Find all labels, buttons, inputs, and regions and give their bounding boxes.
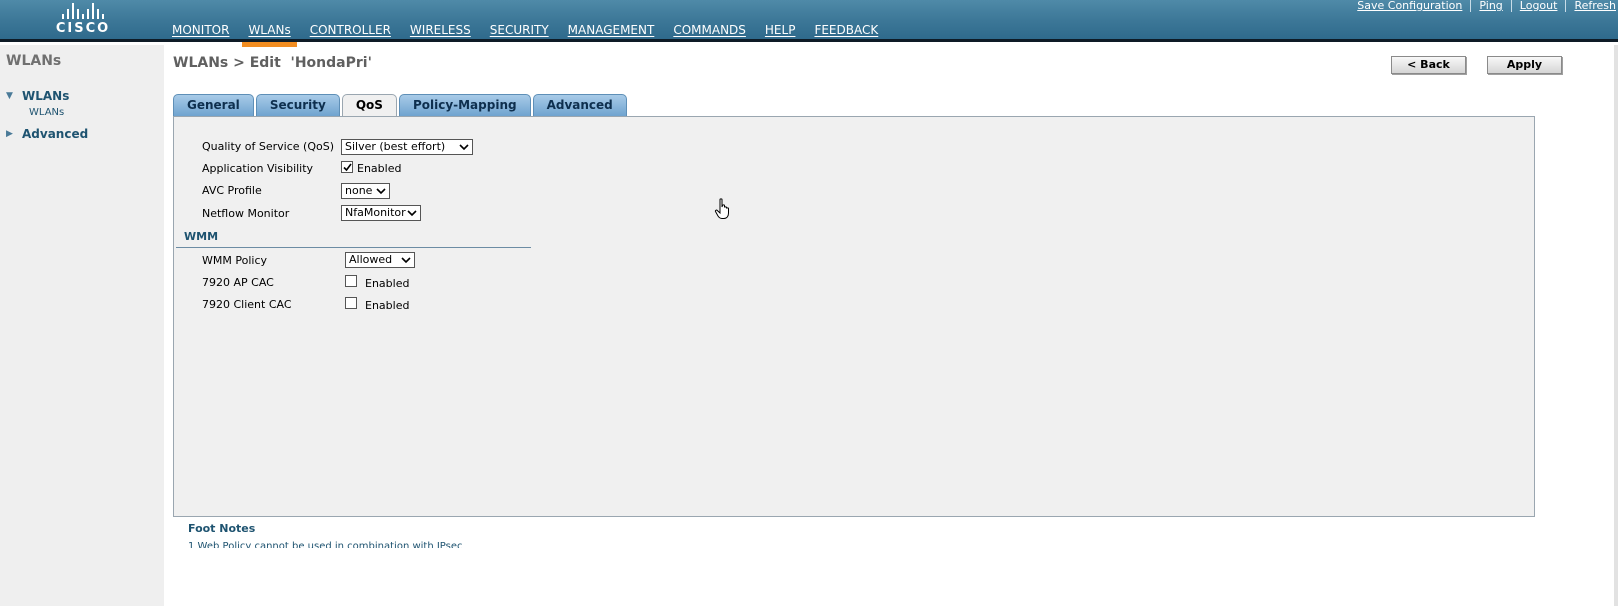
sidebar-title: WLANs xyxy=(6,53,62,69)
triangle-right-icon: ▶ xyxy=(6,129,13,139)
triangle-down-icon: ▼ xyxy=(6,91,13,101)
app-visibility-enabled-label: Enabled xyxy=(357,162,402,175)
tab-bar: General Security QoS Policy-Mapping Adva… xyxy=(173,94,629,117)
wmm-policy-value: Allowed xyxy=(349,253,393,266)
tab-advanced[interactable]: Advanced xyxy=(532,94,627,116)
chevron-down-icon xyxy=(401,257,411,264)
tab-policy-mapping[interactable]: Policy-Mapping xyxy=(398,94,531,116)
cisco-logo: CISCO xyxy=(48,2,118,38)
chevron-down-icon xyxy=(407,210,417,217)
client-cac-label: 7920 Client CAC xyxy=(202,298,292,311)
top-links: Save Configuration Ping Logout Refresh xyxy=(1349,0,1618,12)
top-header: CISCO MONITOR WLANs CONTROLLER WIRELESS … xyxy=(0,0,1618,47)
sidebar-item-wlans[interactable]: ▼ WLANs xyxy=(6,89,69,103)
sidebar-item-label: Advanced xyxy=(22,127,89,141)
save-configuration-link[interactable]: Save Configuration xyxy=(1349,0,1472,12)
avc-profile-select[interactable]: none xyxy=(341,183,390,199)
refresh-link[interactable]: Refresh xyxy=(1566,0,1618,12)
sidebar-item-advanced[interactable]: ▶ Advanced xyxy=(6,127,88,141)
avc-profile-label: AVC Profile xyxy=(202,184,262,197)
tab-qos[interactable]: QoS xyxy=(341,94,397,117)
avc-profile-value: none xyxy=(345,184,373,197)
cisco-logo-text: CISCO xyxy=(55,21,111,36)
ping-link[interactable]: Ping xyxy=(1471,0,1512,12)
sidebar: WLANs ▼ WLANs WLANs ▶ Advanced xyxy=(0,45,164,606)
logout-link[interactable]: Logout xyxy=(1512,0,1567,12)
ap-cac-enabled-label: Enabled xyxy=(365,277,410,290)
qos-select[interactable]: Silver (best effort) xyxy=(341,139,473,155)
client-cac-enabled-label: Enabled xyxy=(365,299,410,312)
qos-panel xyxy=(173,116,1535,517)
main-nav: MONITOR WLANs CONTROLLER WIRELESS SECURI… xyxy=(172,18,897,47)
nav-security[interactable]: SECURITY xyxy=(490,18,549,42)
netflow-monitor-select[interactable]: NfaMonitor xyxy=(341,205,421,221)
nav-wireless[interactable]: WIRELESS xyxy=(410,18,471,42)
qos-label: Quality of Service (QoS) xyxy=(202,140,335,153)
app-visibility-label: Application Visibility xyxy=(202,162,314,175)
ap-cac-checkbox[interactable] xyxy=(345,275,357,287)
nav-help[interactable]: HELP xyxy=(765,18,796,42)
chevron-down-icon xyxy=(459,144,469,151)
checkmark-icon xyxy=(343,163,352,172)
nav-feedback[interactable]: FEEDBACK xyxy=(814,18,878,42)
nav-commands[interactable]: COMMANDS xyxy=(673,18,746,42)
tab-security[interactable]: Security xyxy=(255,94,340,116)
tab-general[interactable]: General xyxy=(173,94,254,116)
hand-cursor-icon xyxy=(714,198,729,219)
wmm-divider xyxy=(176,247,531,248)
cisco-bars-icon xyxy=(48,2,118,19)
nav-wlans[interactable]: WLANs xyxy=(242,18,298,47)
wmm-policy-label: WMM Policy xyxy=(202,254,267,267)
page-title: WLANs > Edit 'HondaPri' xyxy=(173,55,372,71)
client-cac-checkbox[interactable] xyxy=(345,297,357,309)
ap-cac-label: 7920 AP CAC xyxy=(202,276,274,289)
nav-controller[interactable]: CONTROLLER xyxy=(310,18,391,42)
back-button[interactable]: < Back xyxy=(1391,56,1466,74)
netflow-monitor-value: NfaMonitor xyxy=(345,206,406,219)
sidebar-subitem-wlans[interactable]: WLANs xyxy=(29,107,64,118)
footnote-item: 1 Web Policy cannot be used in combinati… xyxy=(188,541,463,548)
chevron-down-icon xyxy=(376,188,386,195)
wmm-section-header: WMM xyxy=(184,230,219,243)
footnotes-title: Foot Notes xyxy=(188,522,256,535)
wmm-policy-select[interactable]: Allowed xyxy=(345,252,415,268)
nav-management[interactable]: MANAGEMENT xyxy=(568,18,655,42)
apply-button[interactable]: Apply xyxy=(1487,56,1562,74)
scrollbar-edge[interactable] xyxy=(1614,45,1618,606)
sidebar-item-label: WLANs xyxy=(22,89,70,103)
qos-select-value: Silver (best effort) xyxy=(345,140,446,153)
app-visibility-checkbox[interactable] xyxy=(341,161,353,173)
nav-monitor[interactable]: MONITOR xyxy=(172,18,229,42)
netflow-monitor-label: Netflow Monitor xyxy=(202,207,290,220)
